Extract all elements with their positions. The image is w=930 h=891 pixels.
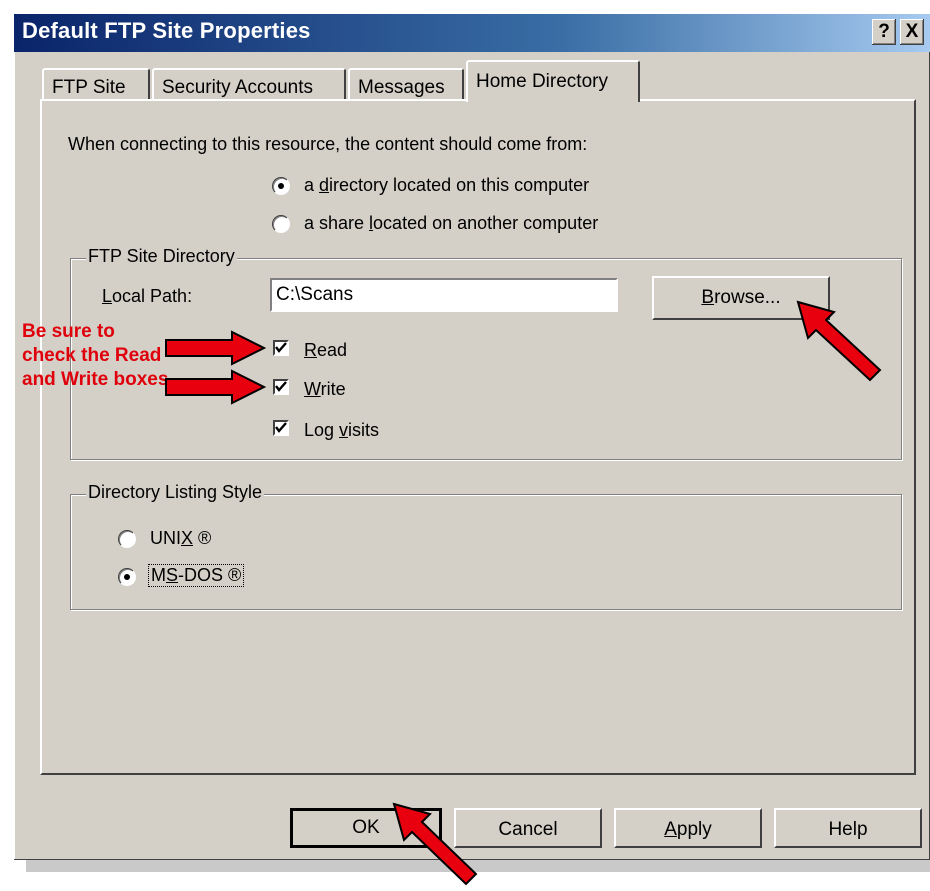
option-network-share-label[interactable]: a share located on another computer (304, 213, 598, 234)
option-local-directory-label[interactable]: a directory located on this computer (304, 175, 589, 196)
instruction-annotation: Be sure to check the Read and Write boxe… (22, 321, 169, 390)
write-checkbox[interactable] (273, 379, 289, 395)
radio-ms-dos[interactable] (118, 568, 136, 586)
apply-button[interactable]: Apply (614, 808, 762, 848)
checkmark-icon (275, 422, 287, 433)
radio-network-share[interactable] (272, 215, 290, 233)
read-label[interactable]: Read (304, 340, 347, 361)
read-checkbox[interactable] (273, 340, 289, 356)
listing-style-label: Directory Listing Style (86, 482, 265, 503)
listing-style-group (70, 494, 902, 610)
tab-home-directory[interactable]: Home Directory (466, 60, 640, 102)
radio-local-directory[interactable] (272, 177, 290, 195)
ftp-site-directory-label: FTP Site Directory (86, 246, 237, 267)
local-path-input[interactable]: C:\Scans (270, 278, 618, 312)
content-source-prompt: When connecting to this resource, the co… (68, 134, 588, 154)
checkmark-icon (275, 342, 287, 353)
log-visits-checkbox[interactable] (273, 420, 289, 436)
arrow-to-write-icon (165, 369, 267, 405)
radio-selected-dot (278, 183, 284, 189)
radio-unix[interactable] (118, 530, 136, 548)
checkmark-icon (275, 381, 287, 392)
unix-label[interactable]: UNIX ® (150, 528, 211, 549)
ms-dos-label[interactable]: MS-DOS ® (148, 564, 245, 587)
close-title-button[interactable]: X (900, 19, 924, 45)
arrow-to-ok-icon (392, 802, 478, 886)
log-visits-label[interactable]: Log visits (304, 420, 379, 441)
radio-selected-dot (124, 574, 130, 580)
write-label[interactable]: Write (304, 379, 346, 400)
window-title: Default FTP Site Properties (22, 18, 311, 43)
arrow-to-browse-icon (796, 300, 882, 382)
help-button[interactable]: Help (774, 808, 922, 848)
help-title-button[interactable]: ? (872, 19, 896, 45)
local-path-label: Local Path: (102, 286, 193, 306)
